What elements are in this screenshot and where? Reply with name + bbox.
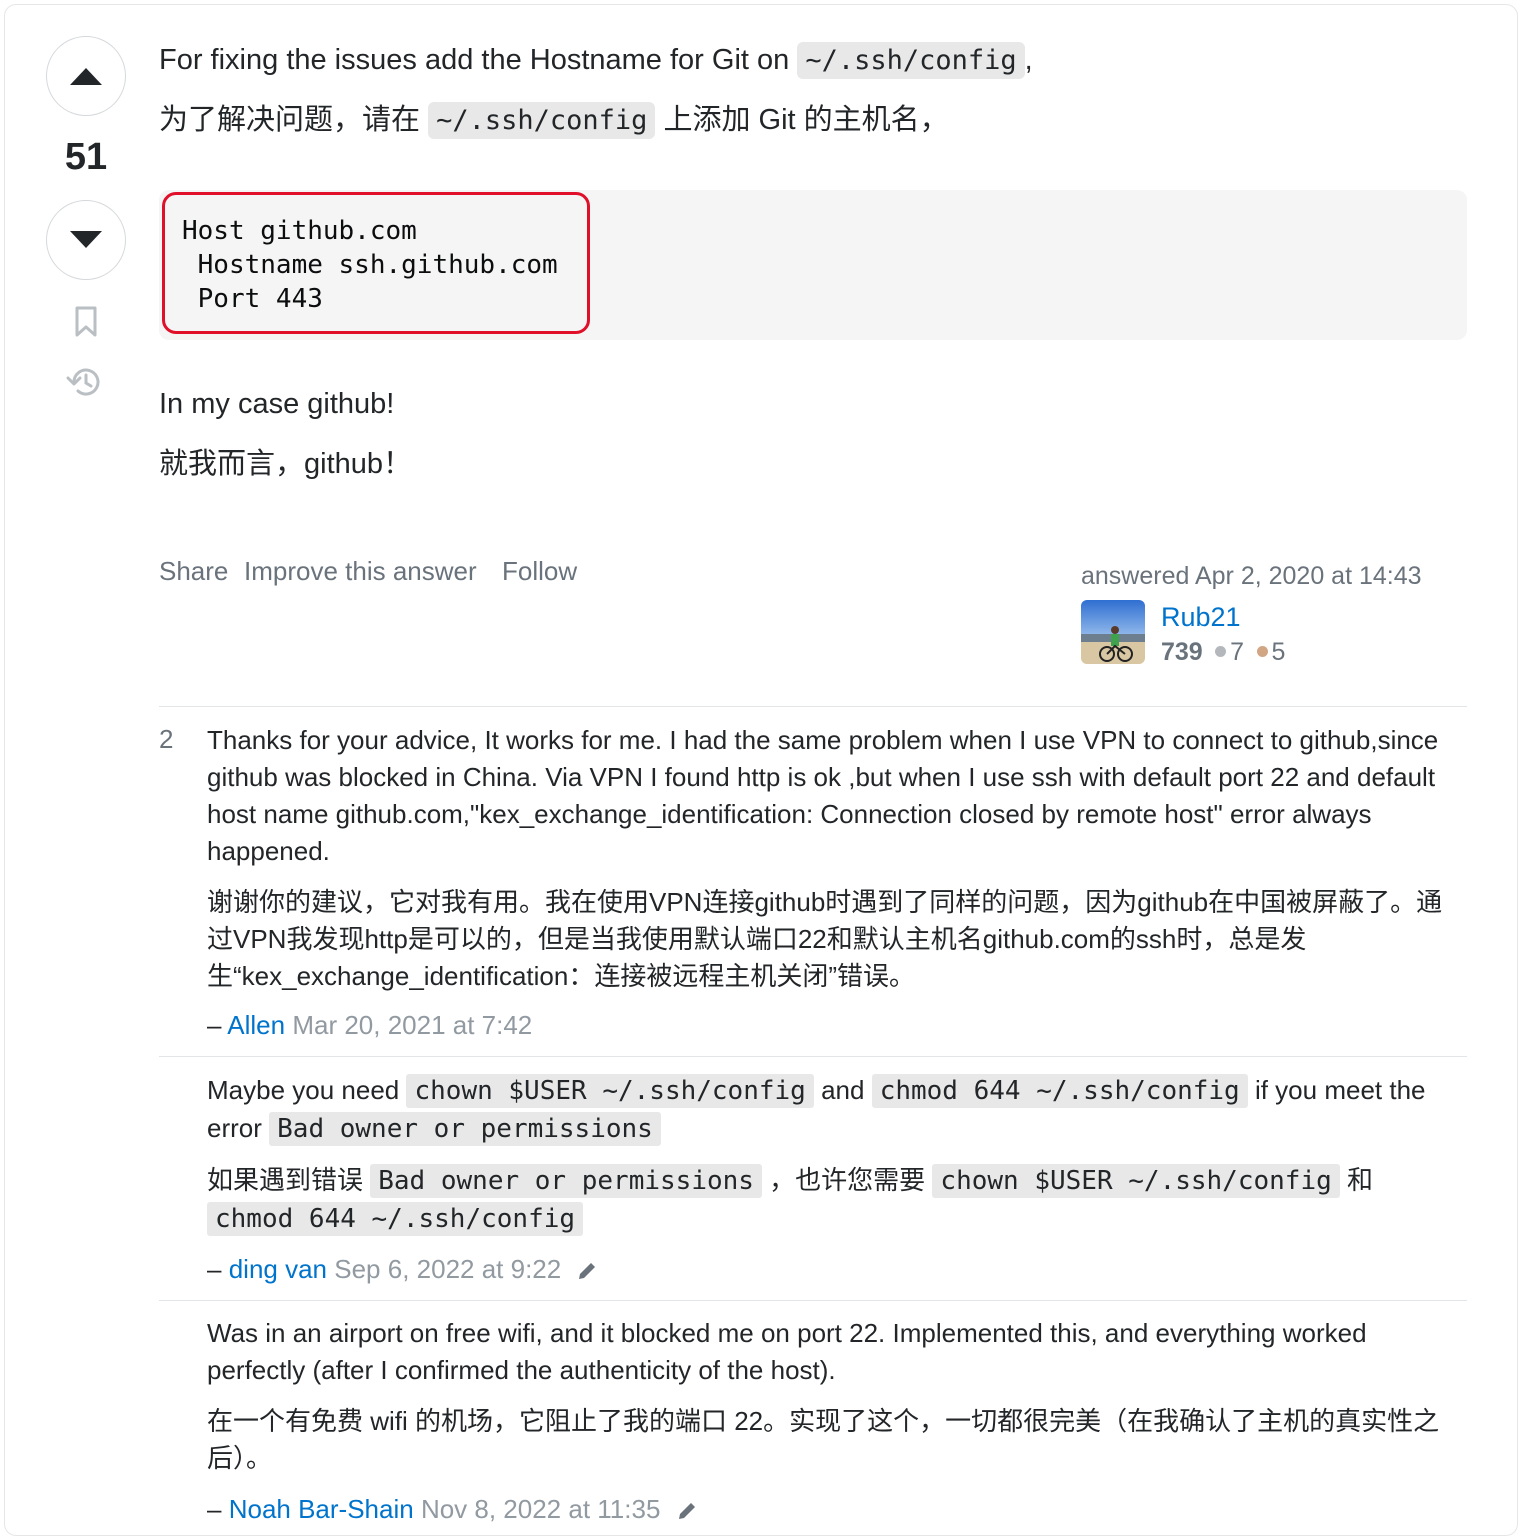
comment-date[interactable]: Mar 20, 2021 at 7:42 bbox=[292, 1010, 532, 1040]
answered-timestamp: answered Apr 2, 2020 at 14:43 bbox=[1081, 562, 1422, 590]
comment-user-link[interactable]: Allen bbox=[227, 1010, 285, 1040]
answer-text: , bbox=[1024, 44, 1033, 76]
pencil-icon[interactable] bbox=[676, 1500, 698, 1522]
upvote-button[interactable] bbox=[46, 36, 126, 116]
inline-code: chown $USER ~/.ssh/config bbox=[932, 1164, 1340, 1198]
comment-dash: – bbox=[207, 1254, 222, 1284]
bronze-badge-count: 5 bbox=[1271, 638, 1286, 666]
comment-dash: – bbox=[207, 1494, 222, 1524]
comment-meta: – Noah Bar-Shain Nov 8, 2022 at 11:35 bbox=[207, 1494, 698, 1525]
comment-text-segment: 如果遇到错误 bbox=[207, 1165, 364, 1195]
answer-paragraph-en-2: In my case github! bbox=[159, 388, 395, 420]
inline-code: chmod 644 ~/.ssh/config bbox=[871, 1074, 1248, 1108]
bookmark-icon bbox=[75, 306, 97, 337]
downvote-button[interactable] bbox=[46, 200, 126, 280]
avatar-image bbox=[1081, 600, 1145, 664]
comment-date[interactable]: Sep 6, 2022 at 9:22 bbox=[334, 1254, 561, 1284]
avatar[interactable] bbox=[1081, 600, 1145, 664]
comment-date[interactable]: Nov 8, 2022 at 11:35 bbox=[421, 1494, 660, 1524]
inline-code: chmod 644 ~/.ssh/config bbox=[207, 1202, 584, 1236]
code-line: Hostname ssh.github.com bbox=[182, 250, 558, 280]
code-line: Host github.com bbox=[182, 216, 417, 246]
author-stats: 739 7 5 bbox=[1161, 638, 1285, 667]
answer-text: 上添加 Git 的主机名， bbox=[663, 104, 949, 136]
inline-code: ~/.ssh/config bbox=[428, 102, 656, 139]
timeline-button[interactable] bbox=[66, 364, 102, 400]
comment-text-zh: 如果遇到错误 Bad owner or permissions ，也许您需要 c… bbox=[207, 1162, 1462, 1238]
silver-badge-count: 7 bbox=[1230, 638, 1245, 666]
answer-paragraph-zh-2: 就我而言，github！ bbox=[159, 448, 413, 480]
silver-badge-icon bbox=[1215, 646, 1227, 657]
comment-divider bbox=[159, 1300, 1467, 1301]
answer-text: 为了解决问题，请在 bbox=[159, 104, 421, 136]
pencil-icon[interactable] bbox=[576, 1260, 598, 1282]
code-lines: Host github.com Hostname ssh.github.com … bbox=[182, 214, 558, 316]
comment-user-link[interactable]: Noah Bar-Shain bbox=[229, 1494, 414, 1524]
comment-text-zh: 谢谢你的建议，它对我有用。我在使用VPN连接github时遇到了同样的问题，因为… bbox=[207, 887, 1443, 991]
history-icon bbox=[66, 368, 100, 396]
comment-text-segment: 和 bbox=[1347, 1165, 1374, 1195]
comment-text-segment: Maybe you need bbox=[207, 1075, 400, 1105]
comment-divider bbox=[159, 1056, 1467, 1057]
author-name[interactable]: Rub21 bbox=[1161, 602, 1241, 633]
comment-text-segment: ，也许您需要 bbox=[769, 1165, 926, 1195]
answer-text: For fixing the issues add the Hostname f… bbox=[159, 44, 790, 76]
inline-code: chown $USER ~/.ssh/config bbox=[406, 1074, 814, 1108]
comment-meta: – Allen Mar 20, 2021 at 7:42 bbox=[207, 1010, 532, 1041]
inline-code: Bad owner or permissions bbox=[370, 1164, 762, 1198]
comment-text-zh: 在一个有免费 wifi 的机场，它阻止了我的端口 22。实现了这个，一切都很完美… bbox=[207, 1406, 1440, 1473]
improve-answer-link[interactable]: Improve this answer bbox=[244, 556, 477, 587]
comment-text-en: Was in an airport on free wifi, and it b… bbox=[207, 1318, 1367, 1385]
comment-score: 2 bbox=[159, 724, 174, 754]
comment-meta: – ding van Sep 6, 2022 at 9:22 bbox=[207, 1254, 598, 1285]
comments-divider bbox=[159, 706, 1467, 707]
code-line: Port 443 bbox=[182, 284, 323, 314]
vote-count: 51 bbox=[64, 136, 108, 178]
answer-paragraph-en: For fixing the issues add the Hostname f… bbox=[159, 40, 1033, 81]
comment-text-en: Maybe you need chown $USER ~/.ssh/config… bbox=[207, 1072, 1462, 1148]
share-link[interactable]: Share bbox=[159, 556, 228, 587]
answer-paragraph-zh: 为了解决问题，请在 ~/.ssh/config 上添加 Git 的主机名， bbox=[159, 100, 949, 141]
comment-user-link[interactable]: ding van bbox=[229, 1254, 327, 1284]
inline-code: Bad owner or permissions bbox=[269, 1112, 661, 1146]
arrow-up-icon bbox=[70, 68, 102, 85]
comment-dash: – bbox=[207, 1010, 222, 1040]
arrow-down-icon bbox=[70, 231, 102, 248]
comment-text-segment: and bbox=[821, 1075, 865, 1105]
follow-link[interactable]: Follow bbox=[502, 556, 577, 587]
bronze-badge-icon bbox=[1256, 646, 1268, 657]
inline-code: ~/.ssh/config bbox=[797, 42, 1025, 79]
comment-text-en: Thanks for your advice, It works for me.… bbox=[207, 725, 1439, 866]
reputation-score: 739 bbox=[1161, 638, 1203, 666]
bookmark-button[interactable] bbox=[68, 304, 104, 340]
